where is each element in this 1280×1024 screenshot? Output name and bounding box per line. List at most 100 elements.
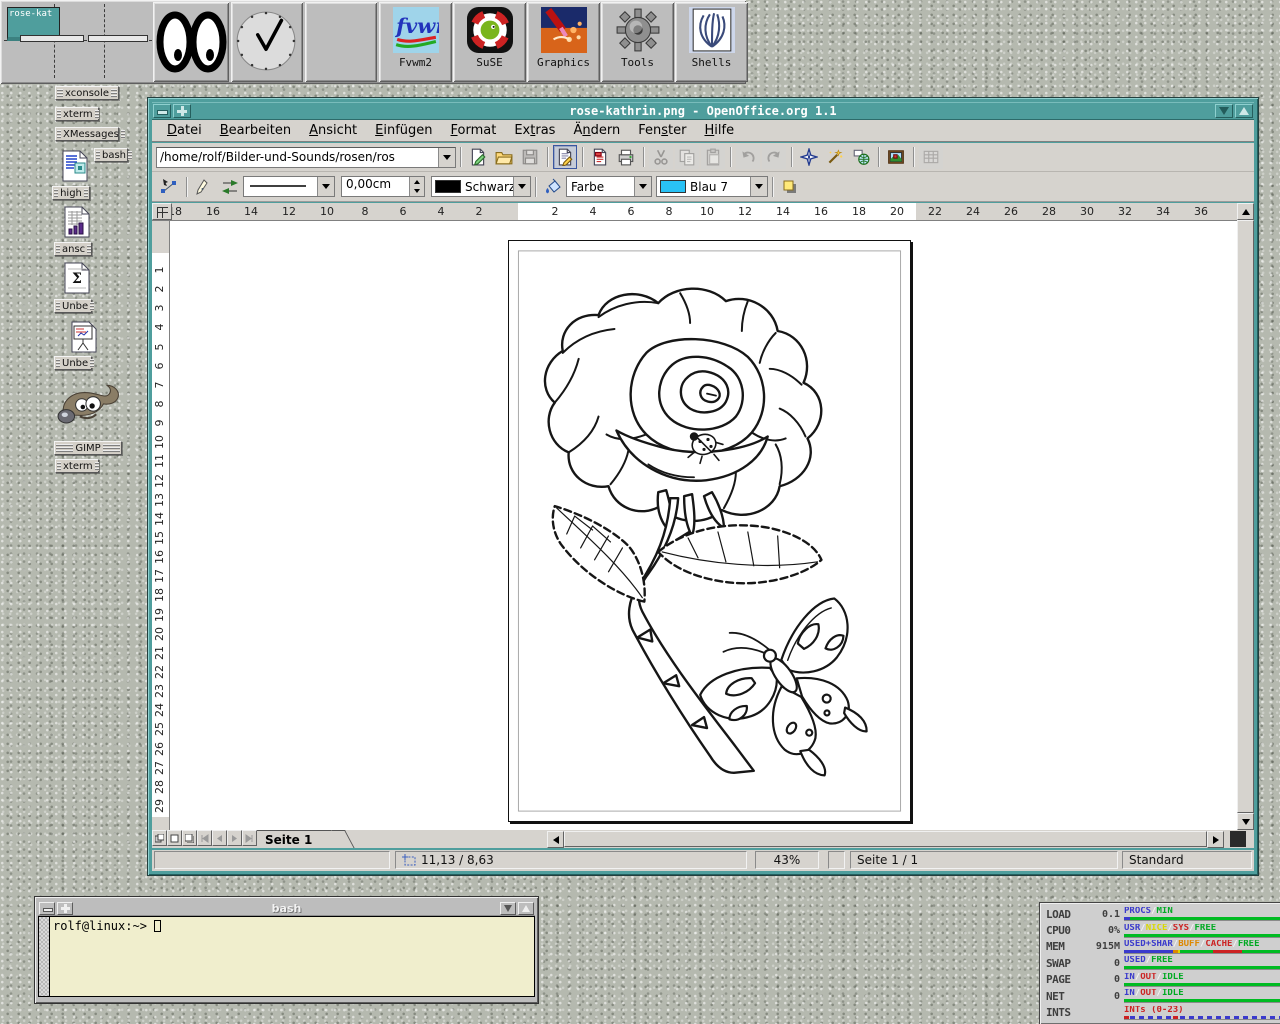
open-folder-button[interactable] <box>492 145 516 169</box>
menu-extras[interactable]: Extras <box>505 121 564 140</box>
line-color-select[interactable]: Schwarz <box>431 176 531 197</box>
navigator-button[interactable] <box>797 145 821 169</box>
presentation-icon[interactable] <box>70 321 98 353</box>
arrow-ends-button[interactable] <box>218 175 242 199</box>
status-position-cell[interactable]: 11,13 / 8,63 <box>395 851 747 869</box>
icon-unbenannt-2[interactable]: Unbe <box>54 356 92 370</box>
pager-mini-window[interactable] <box>20 35 84 42</box>
drawing-page[interactable] <box>508 240 911 822</box>
paste-button[interactable] <box>701 145 725 169</box>
vertical-scrollbar[interactable] <box>1237 203 1254 830</box>
menu-datei[interactable]: Datei <box>158 121 211 140</box>
iconify-button[interactable] <box>153 104 171 118</box>
vertical-scrollbar-thumb[interactable] <box>1237 220 1254 813</box>
line-width-spinner[interactable]: 0,00cm <box>341 176 425 197</box>
hyperlink-button[interactable] <box>849 145 873 169</box>
last-page-button[interactable] <box>242 830 257 846</box>
formula-document-icon[interactable]: Σ <box>64 262 90 294</box>
menu-ansicht[interactable]: Ansicht <box>300 121 366 140</box>
menu-format[interactable]: Format <box>442 121 506 140</box>
shade-button[interactable] <box>500 902 516 915</box>
icon-xmessages[interactable]: XMessages <box>55 127 119 141</box>
horizontal-scrollbar-thumb[interactable] <box>564 831 1207 847</box>
menu-ndern[interactable]: Ändern <box>564 121 629 140</box>
icon-xterm-2[interactable]: xterm <box>55 459 99 473</box>
cut-button[interactable] <box>649 145 673 169</box>
icon-xterm[interactable]: xterm <box>55 107 99 121</box>
terminal-body[interactable]: rolf@linux:~> <box>38 916 535 997</box>
undo-button[interactable] <box>736 145 760 169</box>
save-button[interactable] <box>518 145 542 169</box>
edit-points-button[interactable] <box>157 175 181 199</box>
menu-einfgen[interactable]: Einfügen <box>366 121 441 140</box>
launcher-suse[interactable]: SuSE <box>453 2 526 82</box>
terminal-scrollbar[interactable] <box>39 917 50 996</box>
edit-file-button[interactable] <box>553 145 577 169</box>
prev-page-button[interactable] <box>212 830 227 846</box>
pager-mini-window[interactable] <box>88 35 148 42</box>
next-page-button[interactable] <box>227 830 242 846</box>
status-zoom-cell[interactable]: 43% <box>755 851 819 869</box>
window-resize-corner[interactable] <box>1230 831 1246 847</box>
line-style-select[interactable] <box>243 176 335 197</box>
text-document-icon[interactable] <box>62 150 88 182</box>
menu-bearbeiten[interactable]: Bearbeiten <box>211 121 300 140</box>
chevron-down-icon[interactable] <box>513 177 530 196</box>
icon-gimp[interactable]: GIMP <box>54 441 122 455</box>
chevron-down-icon[interactable] <box>317 177 334 196</box>
new-document-button[interactable] <box>466 145 490 169</box>
copy-button[interactable] <box>675 145 699 169</box>
horizontal-scrollbar[interactable] <box>547 831 1224 847</box>
drawing-canvas[interactable] <box>170 221 1237 830</box>
first-page-button[interactable] <box>197 830 212 846</box>
spreadsheet-icon[interactable] <box>64 206 90 238</box>
gimp-wilber-icon[interactable] <box>56 384 120 430</box>
launcher-shells[interactable]: Shells <box>675 2 748 82</box>
scroll-up-icon[interactable] <box>1237 203 1254 220</box>
wizard-button[interactable] <box>823 145 847 169</box>
launcher-tools[interactable]: Tools <box>601 2 674 82</box>
icon-ansc[interactable]: ansc <box>54 242 92 256</box>
fill-style-select[interactable]: Farbe <box>566 176 652 197</box>
gallery-button[interactable] <box>884 145 908 169</box>
export-pdf-button[interactable] <box>588 145 612 169</box>
spin-up-icon[interactable] <box>410 177 424 187</box>
shadow-button[interactable] <box>778 175 802 199</box>
raise-button[interactable] <box>1235 104 1253 118</box>
iconify-button[interactable] <box>39 902 55 915</box>
terminal-title-bar[interactable]: bash <box>38 900 535 916</box>
redo-button[interactable] <box>762 145 786 169</box>
page-view-button[interactable] <box>182 830 197 846</box>
fill-style-button[interactable] <box>541 175 565 199</box>
chevron-down-icon[interactable] <box>634 177 651 196</box>
scroll-down-icon[interactable] <box>1237 813 1254 830</box>
chevron-down-icon[interactable] <box>750 177 767 196</box>
maximize-button[interactable] <box>173 104 191 118</box>
raise-button[interactable] <box>518 902 534 915</box>
scroll-left-icon[interactable] <box>547 831 564 848</box>
menu-fenster[interactable]: Fenster <box>629 121 695 140</box>
datasource-button[interactable] <box>919 145 943 169</box>
icon-unbenannt-1[interactable]: Unbe <box>54 299 92 313</box>
launcher-fvwm2[interactable]: fvwm Fvwm2 <box>379 2 452 82</box>
menu-hilfe[interactable]: Hilfe <box>695 121 743 140</box>
layer-view-button[interactable] <box>152 830 167 846</box>
chevron-down-icon[interactable] <box>438 148 455 167</box>
print-button[interactable] <box>614 145 638 169</box>
fill-color-select[interactable]: Blau 7 <box>656 176 768 197</box>
shade-button[interactable] <box>1215 104 1233 118</box>
icon-xconsole[interactable]: xconsole <box>55 86 119 100</box>
title-bar[interactable]: rose-kathrin.png - OpenOffice.org 1.1 <box>152 102 1254 120</box>
load-url-combobox[interactable] <box>156 147 456 168</box>
maximize-button[interactable] <box>57 902 73 915</box>
fvwm-pager[interactable]: rose-kat <box>4 4 152 78</box>
scroll-right-icon[interactable] <box>1207 831 1224 848</box>
icon-high[interactable]: high <box>52 186 90 200</box>
url-input[interactable] <box>157 148 438 167</box>
launcher-graphics[interactable]: Graphics <box>527 2 600 82</box>
tab-seite-1[interactable]: Seite 1 <box>257 830 331 848</box>
pen-style-button[interactable] <box>192 175 216 199</box>
icon-bash[interactable]: bash <box>94 148 128 162</box>
ruler-origin-button[interactable] <box>152 203 172 220</box>
spin-down-icon[interactable] <box>410 187 424 197</box>
